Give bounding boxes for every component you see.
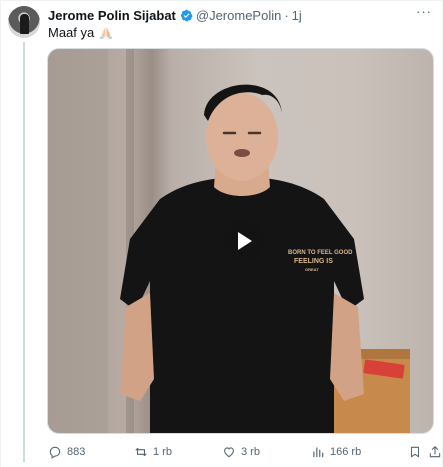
folded-hands-icon	[99, 27, 113, 39]
reply-count: 883	[67, 446, 86, 458]
play-button[interactable]	[222, 220, 264, 262]
views-chart-icon	[313, 447, 324, 458]
avatar[interactable]	[8, 6, 40, 38]
shirt-text-bottom: GREAT	[305, 267, 319, 272]
timestamp[interactable]: 1j	[292, 8, 302, 23]
views-button[interactable]: 166 rb	[311, 444, 361, 460]
avatar-figure	[20, 14, 29, 34]
bookmark-button[interactable]	[408, 444, 427, 460]
bookmark-icon	[410, 446, 420, 458]
tweet-actions: 883 1 rb 3 rb 166 rb	[48, 444, 441, 460]
repost-icon	[135, 447, 147, 457]
share-button[interactable]	[428, 444, 443, 460]
like-count: 3 rb	[241, 446, 260, 458]
reply-button[interactable]: 883	[48, 444, 85, 460]
tweet-text: Maaf ya	[48, 25, 113, 40]
view-count: 166 rb	[330, 446, 362, 458]
author-name[interactable]: Jerome Polin Sijabat	[48, 8, 176, 23]
video-media[interactable]: BORN TO FEEL GOOD FEELING IS GREAT	[47, 48, 434, 434]
shirt-text-top: BORN TO FEEL GOOD	[288, 250, 353, 256]
author-handle[interactable]: @JeromePolin	[196, 8, 281, 23]
repost-button[interactable]: 1 rb	[134, 444, 172, 460]
separator-dot: ·	[284, 7, 289, 23]
verified-badge-icon	[180, 9, 193, 21]
frame-left-border	[0, 0, 1, 467]
reply-icon	[49, 446, 61, 459]
more-options-icon[interactable]: ···	[415, 5, 433, 22]
share-icon	[429, 446, 441, 458]
tweet-text-content: Maaf ya	[48, 25, 95, 40]
shirt-text-main: FEELING IS	[294, 258, 333, 265]
tweet-header: Jerome Polin Sijabat @JeromePolin · 1j	[48, 7, 302, 23]
like-button[interactable]: 3 rb	[222, 444, 260, 460]
repost-count: 1 rb	[153, 446, 172, 458]
frame-top-border	[0, 0, 443, 1]
thread-line	[23, 42, 25, 462]
heart-icon	[224, 447, 234, 458]
